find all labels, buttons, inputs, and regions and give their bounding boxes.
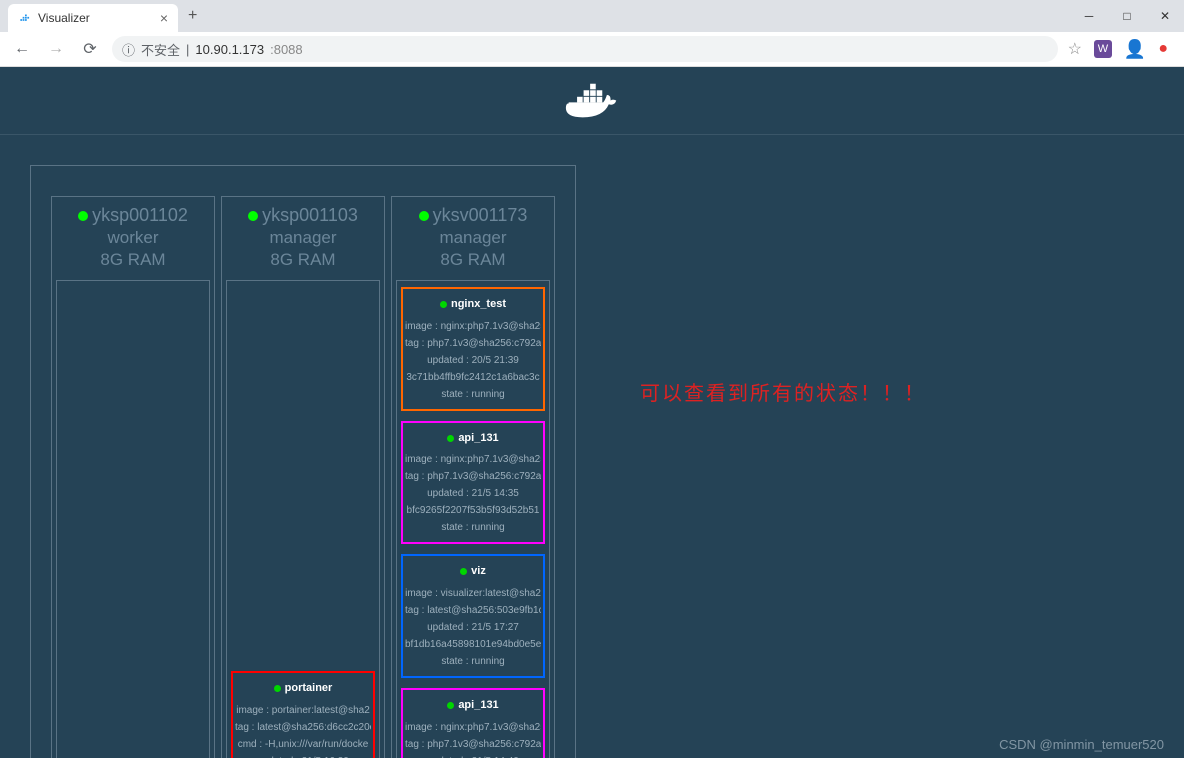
url-port: :8088: [270, 42, 303, 57]
star-icon[interactable]: ☆: [1068, 39, 1082, 59]
tab-bar: Visualizer × + ─ □ ✕: [0, 0, 1184, 32]
docker-logo: [564, 80, 620, 122]
tab-title: Visualizer: [38, 11, 90, 25]
container-updated: updated : 21/5 16:30: [235, 753, 371, 758]
page-viewport[interactable]: yksp001102 worker 8G RAM yksp001103 mana…: [0, 67, 1184, 758]
container-name: nginx_test: [405, 295, 541, 314]
annotation-text: 可以查看到所有的状态！！！: [640, 377, 926, 406]
container-image: image : nginx:php7.1v3@sha25: [405, 318, 541, 335]
node-name: yksv001173: [392, 205, 554, 226]
back-button[interactable]: ←: [10, 37, 34, 61]
container-tag: tag : php7.1v3@sha256:c792a: [405, 736, 541, 753]
container-tag: tag : php7.1v3@sha256:c792a: [405, 468, 541, 485]
node-body: portainer image : portainer:latest@sha2ta…: [226, 280, 380, 758]
page-header: [0, 67, 1184, 135]
container-tag: tag : latest@sha256:503e9fb1c: [405, 602, 541, 619]
toolbar-right: ☆ W 👤 ●: [1068, 39, 1174, 60]
container-image: image : portainer:latest@sha2: [235, 702, 371, 719]
watermark: CSDN @minmin_temuer520: [999, 737, 1164, 752]
security-warning: 不安全: [141, 40, 180, 59]
container-updated: updated : 21/5 17:27: [405, 619, 541, 636]
node-ram: 8G RAM: [52, 250, 214, 270]
container-name: portainer: [235, 679, 371, 698]
node-column: yksv001173 manager 8G RAM nginx_testimage…: [391, 196, 555, 758]
forward-button[interactable]: →: [44, 37, 68, 61]
address-bar: ← → ⟳ ⓘ 不安全 | 10.90.1.173:8088 ☆ W 👤 ●: [0, 32, 1184, 66]
status-dot-icon: [78, 211, 88, 221]
status-dot-icon: [248, 211, 258, 221]
node-ram: 8G RAM: [222, 250, 384, 270]
container-image: image : visualizer:latest@sha2: [405, 585, 541, 602]
minimize-button[interactable]: ─: [1070, 2, 1108, 30]
container-hash: bf1db16a45898101e94bd0e5e: [405, 636, 541, 653]
status-dot-icon: [419, 211, 429, 221]
node-column: yksp001103 manager 8G RAM portainer image …: [221, 196, 385, 758]
node-header: yksp001103 manager 8G RAM: [222, 197, 384, 276]
browser-chrome: Visualizer × + ─ □ ✕ ← → ⟳ ⓘ 不安全 | 10.90…: [0, 0, 1184, 67]
container-name: api_131: [405, 429, 541, 448]
maximize-button[interactable]: □: [1108, 2, 1146, 30]
node-role: worker: [52, 228, 214, 248]
profile-icon[interactable]: 👤: [1124, 39, 1146, 60]
node-body: nginx_testimage : nginx:php7.1v3@sha25ta…: [396, 280, 550, 758]
container-image: image : nginx:php7.1v3@sha25: [405, 719, 541, 736]
status-dot-icon: [440, 301, 447, 308]
menu-icon[interactable]: ●: [1158, 40, 1168, 58]
reload-button[interactable]: ⟳: [78, 37, 102, 61]
node-header: yksv001173 manager 8G RAM: [392, 197, 554, 276]
container-state: state : running: [405, 653, 541, 670]
url-host: 10.90.1.173: [195, 42, 264, 57]
status-dot-icon: [447, 435, 454, 442]
container-card[interactable]: api_131image : nginx:php7.1v3@sha25tag :…: [401, 688, 545, 758]
node-body: [56, 280, 210, 758]
status-dot-icon: [460, 568, 467, 575]
node-role: manager: [222, 228, 384, 248]
node-ram: 8G RAM: [392, 250, 554, 270]
url-input[interactable]: ⓘ 不安全 | 10.90.1.173:8088: [112, 36, 1058, 62]
container-image: image : nginx:php7.1v3@sha25: [405, 451, 541, 468]
node-role: manager: [392, 228, 554, 248]
container-state: state : running: [405, 386, 541, 403]
close-button[interactable]: ✕: [1146, 2, 1184, 30]
docker-favicon: [18, 11, 32, 25]
container-card[interactable]: viz image : visualizer:latest@sha2tag : l…: [401, 554, 545, 678]
node-column: yksp001102 worker 8G RAM: [51, 196, 215, 758]
node-name: yksp001102: [52, 205, 214, 226]
new-tab-button[interactable]: +: [178, 7, 207, 25]
container-tag: tag : php7.1v3@sha256:c792a: [405, 335, 541, 352]
container-name: api_131: [405, 696, 541, 715]
container-card[interactable]: nginx_testimage : nginx:php7.1v3@sha25ta…: [401, 287, 545, 411]
status-dot-icon: [274, 685, 281, 692]
tab-close-icon[interactable]: ×: [160, 10, 168, 26]
container-tag: tag : latest@sha256:d6cc2c20c: [235, 719, 371, 736]
window-controls: ─ □ ✕: [1070, 2, 1184, 30]
node-header: yksp001102 worker 8G RAM: [52, 197, 214, 276]
container-state: state : running: [405, 519, 541, 536]
node-name: yksp001103: [222, 205, 384, 226]
status-dot-icon: [447, 702, 454, 709]
container-card[interactable]: portainer image : portainer:latest@sha2ta…: [231, 671, 375, 758]
container-hash: bfc9265f2207f53b5f93d52b51: [405, 502, 541, 519]
info-icon: ⓘ: [122, 40, 135, 59]
container-name: viz: [405, 562, 541, 581]
extension-icon[interactable]: W: [1094, 40, 1112, 58]
container-updated: updated : 21/5 14:40: [405, 753, 541, 758]
nodes-container: yksp001102 worker 8G RAM yksp001103 mana…: [30, 165, 576, 758]
container-cmd: cmd : -H,unix:///var/run/docke: [235, 736, 371, 753]
container-card[interactable]: api_131image : nginx:php7.1v3@sha25tag :…: [401, 421, 545, 545]
container-updated: updated : 20/5 21:39: [405, 352, 541, 369]
container-updated: updated : 21/5 14:35: [405, 485, 541, 502]
container-hash: 3c71bb4ffb9fc2412c1a6bac3c: [405, 369, 541, 386]
browser-tab[interactable]: Visualizer ×: [8, 4, 178, 32]
